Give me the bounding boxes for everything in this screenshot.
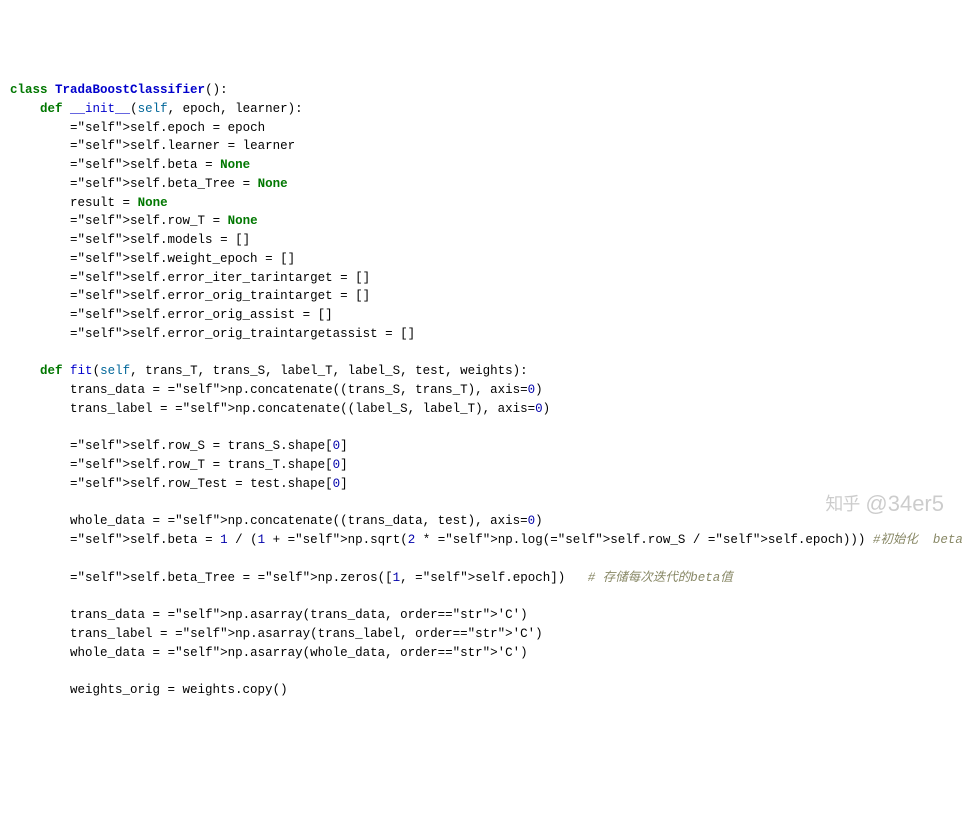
watermark: 知乎@34er5 <box>825 487 944 520</box>
zhihu-logo: 知乎 <box>825 491 859 518</box>
watermark-handle: @34er5 <box>865 491 944 516</box>
code-block: class TradaBoostClassifier(): def __init… <box>10 81 954 700</box>
